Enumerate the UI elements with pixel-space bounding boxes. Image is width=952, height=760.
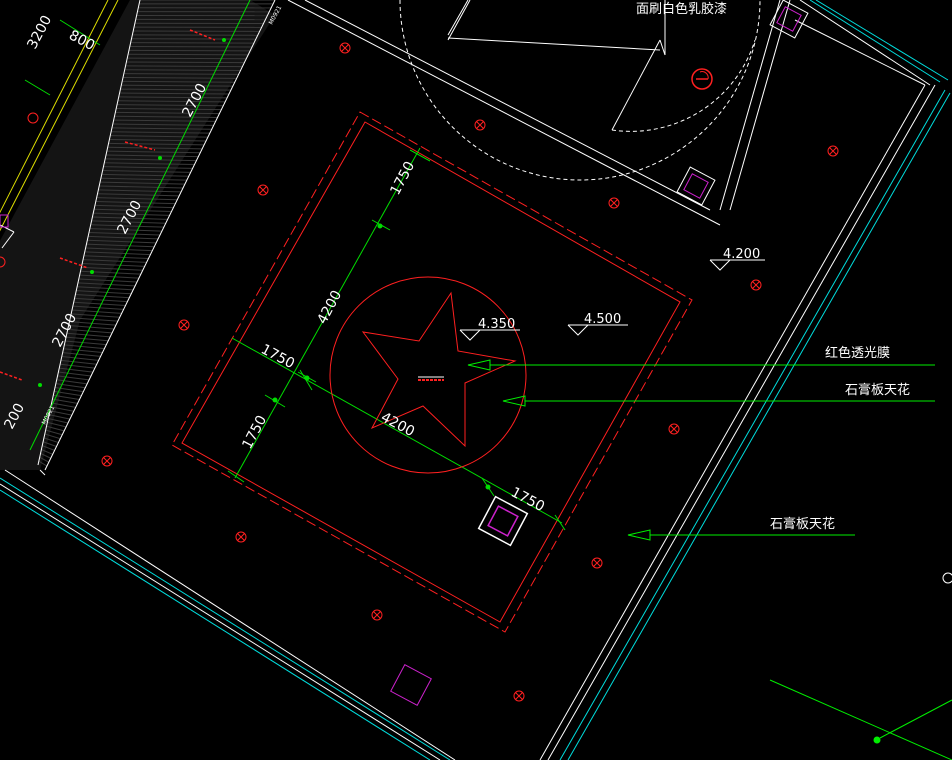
dim-left-3200: 3200 — [24, 13, 55, 52]
dim-vertical-4200: 4200 — [314, 288, 345, 327]
stair-tread — [129, 46, 253, 48]
upper-room — [399, 0, 761, 181]
downlight-icon — [27, 112, 39, 124]
wall-columns — [390, 0, 809, 706]
downlight-icon — [235, 531, 247, 543]
cad-ceiling-plan: 面刷白色乳胶漆 4.350 4.500 4.200 红色透光膜 石膏板天花 石膏… — [0, 0, 952, 760]
downlight-icon — [178, 319, 190, 331]
star-circle — [329, 276, 527, 474]
downlight-icon — [339, 42, 351, 54]
elevation-4500: 4.500 — [584, 312, 621, 327]
stair-tread — [128, 49, 251, 52]
elevation-4350: 4.350 — [478, 317, 515, 332]
downlight-icon — [474, 119, 486, 131]
stair-tread — [127, 57, 247, 60]
downlight-icon — [101, 455, 113, 467]
ceiling-tray-outline — [171, 111, 693, 633]
star-light-feature — [329, 276, 527, 474]
stair-tread — [128, 53, 249, 56]
star-dimensions — [227, 147, 566, 531]
label-gypsum-ceiling-1: 石膏板天花 — [845, 382, 910, 398]
dim-lower-left-1750: 1750 — [239, 413, 270, 452]
stair-tread — [126, 61, 245, 64]
downlight-icon — [513, 690, 525, 702]
edge-fixture — [942, 572, 952, 584]
leader-lines — [467, 359, 952, 760]
downlight-icon — [750, 279, 762, 291]
downlight-icon — [257, 184, 269, 196]
dim-top-1750: 1750 — [387, 159, 418, 198]
elevation-4200: 4.200 — [723, 247, 760, 262]
dim-left-1750: 1750 — [258, 341, 297, 372]
downlight-icon — [827, 145, 839, 157]
top-annotation-text: 面刷白色乳胶漆 — [636, 1, 727, 17]
dim-bottom-1750: 1750 — [508, 484, 547, 515]
stair-tread — [125, 65, 243, 68]
downlight-icon — [591, 557, 603, 569]
downlight-icon — [371, 609, 383, 621]
downlight-icon — [668, 423, 680, 435]
label-gypsum-ceiling-2: 石膏板天花 — [770, 516, 835, 532]
downlight-icon — [608, 197, 620, 209]
label-red-film: 红色透光膜 — [825, 345, 890, 361]
dim-diagonal-4200: 4200 — [378, 409, 417, 440]
stair-hatch-band — [0, 0, 276, 471]
